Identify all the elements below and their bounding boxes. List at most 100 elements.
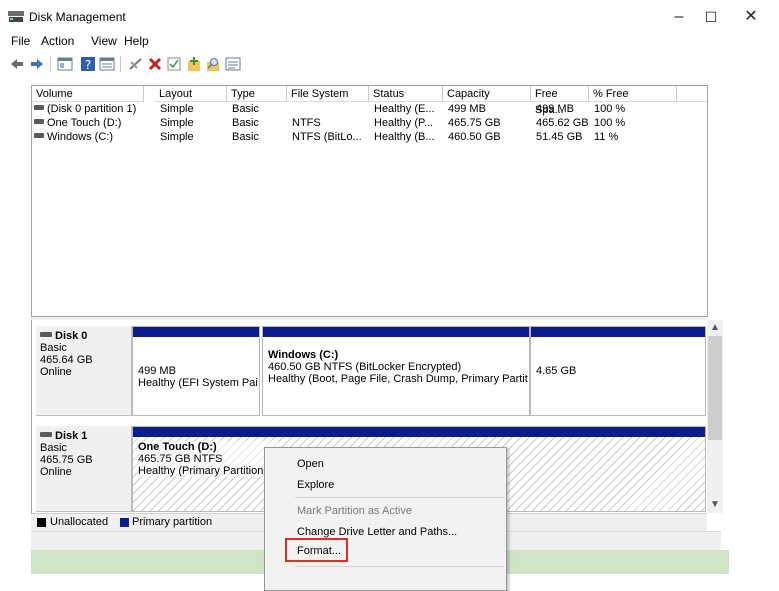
cell-percent-free: 100 % [594, 103, 626, 115]
properties-pane-icon[interactable] [57, 56, 73, 72]
cell-type: Basic [232, 131, 259, 143]
toolbar-separator [50, 56, 51, 72]
disk-size: 465.64 GB [40, 354, 93, 366]
partition-status: Healthy (Primary Partition [138, 465, 264, 477]
partition-bar [531, 327, 705, 337]
cell-file-system: NTFS (BitLo... [292, 131, 362, 143]
cell-free-space: 499 MB [536, 103, 574, 115]
cell-status: Healthy (B... [374, 131, 435, 143]
cell-free-space: 51.45 GB [536, 131, 583, 143]
cell-type: Basic [232, 117, 259, 129]
disk-icon [40, 332, 52, 337]
menu-view[interactable]: View [91, 34, 117, 48]
svg-text:?: ? [85, 58, 91, 72]
scroll-thumb[interactable] [708, 336, 722, 440]
partition-windows-c[interactable]: Windows (C:) 460.50 GB NTFS (BitLocker E… [262, 326, 530, 416]
menu-separator [295, 566, 504, 567]
scroll-down-icon[interactable]: ▼ [707, 497, 723, 513]
disk-status: Online [40, 366, 72, 378]
minimize-button[interactable]: – [665, 6, 693, 28]
volume-icon [34, 133, 44, 138]
disk-size: 465.75 GB [40, 454, 93, 466]
window-title: Disk Management [29, 10, 126, 24]
column-header-free-space[interactable]: Free Spa... [531, 86, 589, 116]
column-header-filler [677, 86, 707, 102]
volume-icon [34, 119, 44, 124]
cell-percent-free: 11 % [594, 131, 619, 143]
unallocated-swatch [37, 518, 46, 527]
menu-file[interactable]: File [11, 34, 30, 48]
column-header-layout[interactable]: Layout [155, 86, 227, 102]
back-icon[interactable] [9, 56, 25, 72]
cell-layout: Simple [160, 117, 194, 129]
menu-item-explore[interactable]: Explore [297, 479, 334, 491]
disk-status: Online [40, 466, 72, 478]
view-icon[interactable] [99, 56, 115, 72]
partition-bar [133, 427, 705, 437]
disk-0-label[interactable]: Disk 0 Basic 465.64 GB Online [36, 326, 132, 416]
disk-type: Basic [40, 442, 67, 454]
search-icon[interactable] [205, 56, 221, 72]
disk-1-label[interactable]: Disk 1 Basic 465.75 GB Online [36, 426, 132, 512]
cell-layout: Simple [160, 103, 194, 115]
close-button[interactable]: ✕ [737, 6, 765, 28]
menu-separator [295, 497, 504, 498]
cell-type: Basic [232, 103, 259, 115]
check-icon[interactable] [166, 56, 182, 72]
column-header-capacity[interactable]: Capacity [443, 86, 531, 102]
toolbar-separator [120, 56, 121, 72]
cell-status: Healthy (P... [374, 117, 434, 129]
column-header-file-system[interactable]: File System [287, 86, 369, 102]
menu-item-open[interactable]: Open [297, 458, 324, 470]
cell-status: Healthy (E... [374, 103, 435, 115]
cell-layout: Simple [160, 131, 194, 143]
cell-capacity: 465.75 GB [448, 117, 501, 129]
menu-item-change-drive-letter[interactable]: Change Drive Letter and Paths... [297, 526, 457, 538]
forward-icon[interactable] [29, 56, 45, 72]
partition-bar [263, 327, 529, 337]
cell-percent-free: 100 % [594, 117, 626, 129]
volume-list[interactable]: Volume Layout Type File System Status Ca… [31, 85, 708, 317]
cell-volume: Windows (C:) [47, 131, 114, 143]
column-header-percent-free[interactable]: % Free [589, 86, 677, 102]
partition-size: 460.50 GB NTFS (BitLocker Encrypted) [268, 361, 462, 373]
partition-size: 499 MB [138, 365, 176, 377]
column-header-status[interactable]: Status [369, 86, 443, 102]
menu-item-mark-active: Mark Partition as Active [297, 505, 412, 517]
title-bar: Disk Management – ☐ ✕ [0, 0, 779, 32]
scroll-up-icon[interactable]: ▲ [707, 320, 723, 336]
delete-icon[interactable] [147, 56, 163, 72]
volume-icon [34, 105, 44, 110]
maximize-button[interactable]: ☐ [697, 6, 725, 28]
disk-management-icon [8, 11, 24, 22]
partition-title: Windows (C:) [268, 349, 339, 361]
partition-recovery[interactable]: 4.65 GB [530, 326, 706, 416]
disk-icon [40, 432, 52, 437]
disk-type: Basic [40, 342, 67, 354]
cell-capacity: 499 MB [448, 103, 486, 115]
column-header-type[interactable]: Type [227, 86, 287, 102]
partition-title: One Touch (D:) [138, 441, 217, 453]
partition-size: 4.65 GB [536, 365, 577, 377]
context-menu: Open Explore Mark Partition as Active Ch… [264, 447, 507, 591]
cell-capacity: 460.50 GB [448, 131, 501, 143]
cell-volume: (Disk 0 partition 1) [47, 103, 137, 115]
legend-primary: Primary partition [132, 516, 213, 528]
legend-unallocated: Unallocated [50, 516, 109, 528]
partition-efi[interactable]: 499 MB Healthy (EFI System Pai [132, 326, 260, 416]
new-volume-icon[interactable] [186, 56, 202, 72]
partition-size: 465.75 GB NTFS [138, 453, 223, 465]
primary-swatch [120, 518, 129, 527]
connect-icon[interactable] [128, 56, 144, 72]
menu-action[interactable]: Action [41, 34, 74, 48]
column-header-volume[interactable]: Volume [32, 86, 144, 102]
list-icon[interactable] [225, 56, 241, 72]
help-icon[interactable]: ? [80, 56, 96, 72]
menu-help[interactable]: Help [124, 34, 149, 48]
partition-status: Healthy (EFI System Pai [138, 377, 258, 389]
toolbar: ? [0, 52, 779, 76]
disk-name: Disk 1 [55, 430, 88, 442]
partition-status: Healthy (Boot, Page File, Crash Dump, Pr… [268, 373, 528, 385]
partition-bar [133, 327, 259, 337]
vertical-scrollbar[interactable]: ▲ ▼ [707, 320, 723, 513]
